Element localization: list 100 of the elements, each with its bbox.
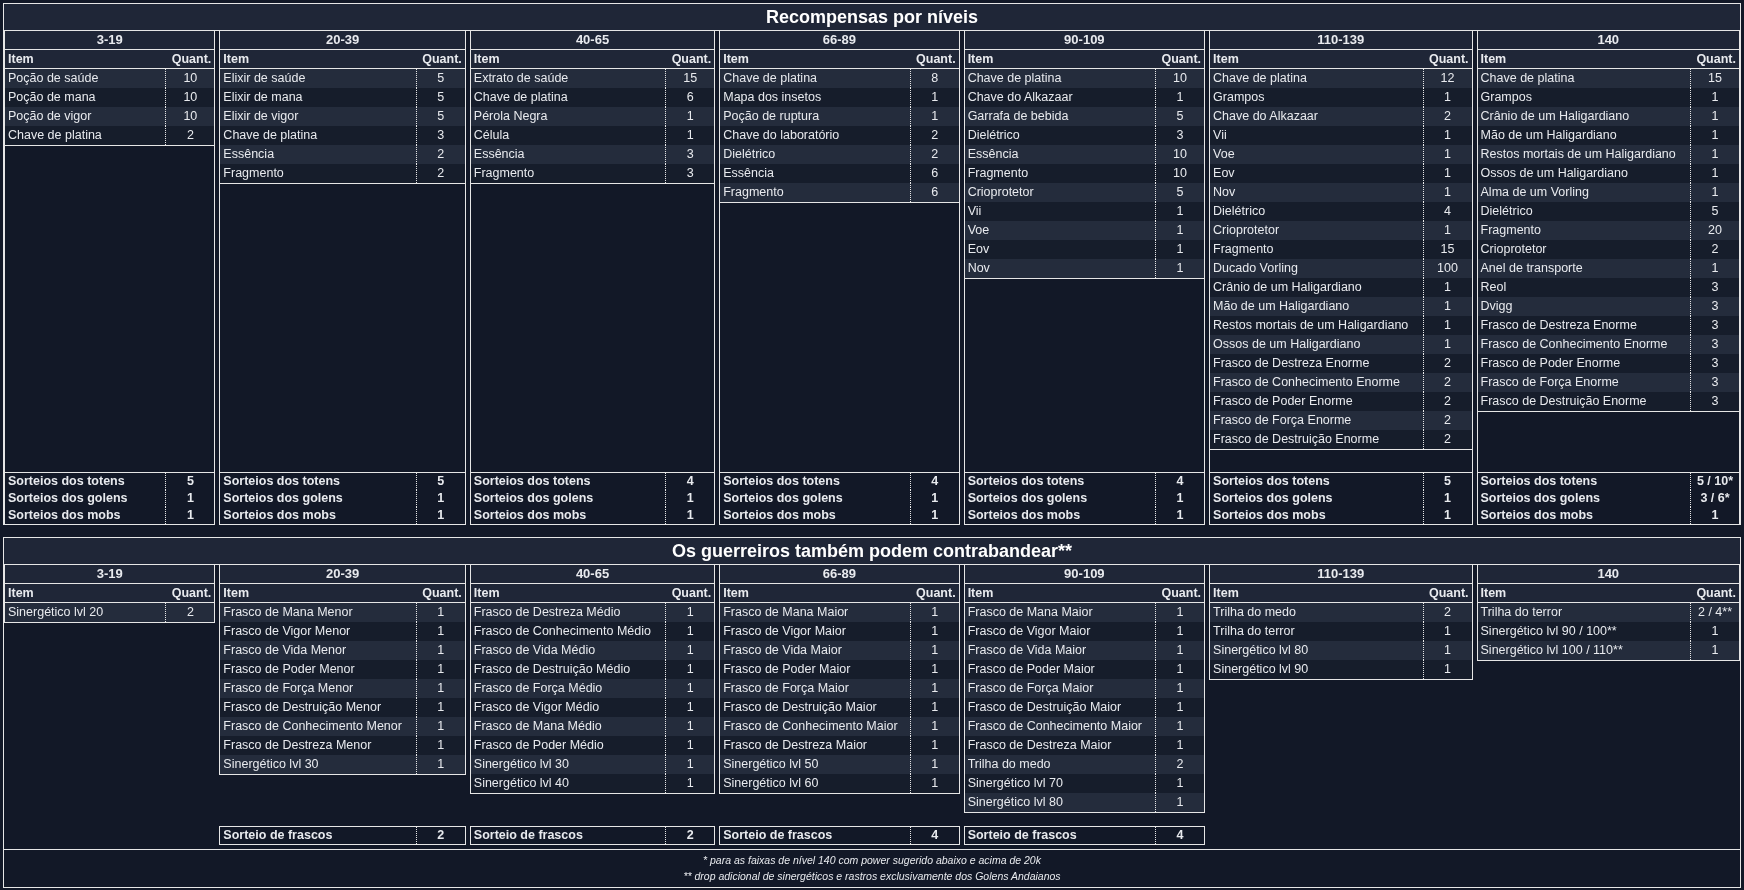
item-cell: Eov: [1210, 164, 1424, 183]
summary-value: 5: [436, 473, 446, 490]
column-header: Item: [5, 50, 167, 68]
quantity-cell: 1: [1423, 88, 1472, 107]
quantity-cell: 1: [1691, 145, 1739, 164]
item-cell: Chave do Alkazaar: [1210, 107, 1424, 126]
quantity-cell: 10: [1156, 69, 1205, 88]
quantity-cell: 15: [1423, 240, 1472, 259]
quantity-cell: 6: [910, 183, 959, 202]
item-cell: Dvigg: [1477, 297, 1691, 316]
level-range-header: 140: [1477, 31, 1739, 50]
quantity-cell: 1: [1156, 793, 1205, 812]
item-cell: Elixir de mana: [220, 88, 417, 107]
item-cell: Poção de saúde: [5, 69, 167, 88]
column-header: Item: [964, 50, 1157, 68]
footnote: ** drop adicional de sinergéticos e rastros exclusivamente dos Golens Andaianos: [683, 869, 1061, 884]
item-cell: Sinergético lvl 40: [470, 774, 667, 793]
quantity-cell: 10: [166, 107, 215, 126]
quantity-cell: 1: [910, 641, 959, 660]
quantity-cell: 1: [910, 736, 959, 755]
summary-value: 5 / 10*: [1695, 473, 1735, 490]
item-cell: Fragmento: [964, 164, 1157, 183]
quantity-cell: 1: [666, 660, 715, 679]
quantity-cell: 1: [666, 755, 715, 774]
quantity-cell: 3: [1691, 392, 1739, 411]
item-cell: Elixir de saúde: [220, 69, 417, 88]
quantity-cell: 1: [1156, 660, 1205, 679]
item-cell: Reol: [1477, 278, 1691, 297]
column-header: Quant.: [1691, 50, 1739, 68]
quantity-cell: 1: [666, 774, 715, 793]
quantity-cell: 2: [1156, 755, 1205, 774]
summary-label: Sorteios dos mobs: [470, 507, 667, 524]
quantity-cell: 3: [1691, 297, 1739, 316]
quantity-cell: 2: [1423, 107, 1472, 126]
item-cell: Fragmento: [220, 164, 417, 183]
item-cell: Sinergético lvl 80: [964, 793, 1157, 812]
quantity-cell: 10: [166, 69, 215, 88]
item-cell: Elixir de vigor: [220, 107, 417, 126]
level-range-header: 40-65: [470, 565, 715, 584]
quantity-cell: 100: [1423, 259, 1472, 278]
quantity-cell: 3: [666, 164, 715, 183]
summary-label: Sorteios dos totens: [1210, 473, 1424, 490]
quantity-cell: 1: [1423, 297, 1472, 316]
summary-label: Sorteios dos mobs: [1477, 507, 1691, 524]
quantity-cell: 1: [416, 755, 465, 774]
item-cell: Chave de platina: [5, 126, 167, 145]
summary-label: Sorteios dos totens: [720, 473, 911, 490]
item-cell: Frasco de Destreza Médio: [470, 603, 667, 622]
item-cell: Frasco de Vigor Menor: [220, 622, 417, 641]
quantity-cell: 1: [910, 660, 959, 679]
item-cell: Grampos: [1477, 88, 1691, 107]
quantity-cell: 1: [910, 774, 959, 793]
item-cell: Dielétrico: [720, 145, 911, 164]
item-cell: Nov: [1210, 183, 1424, 202]
quantity-cell: 1: [416, 736, 465, 755]
item-cell: Restos mortais de um Haligardiano: [1477, 145, 1691, 164]
item-cell: Poção de mana: [5, 88, 167, 107]
quantity-cell: 1: [666, 126, 715, 145]
column-header: Item: [964, 584, 1157, 602]
quantity-cell: 1: [910, 88, 959, 107]
level-range-header: 140: [1477, 565, 1739, 584]
item-cell: Vii: [964, 202, 1157, 221]
quantity-cell: 1: [1423, 221, 1472, 240]
column-header: Quant.: [666, 50, 715, 68]
quantity-cell: 6: [666, 88, 715, 107]
quantity-cell: 5: [416, 69, 465, 88]
quantity-cell: 3: [1156, 126, 1205, 145]
quantity-cell: 1: [1156, 88, 1205, 107]
quantity-cell: 5: [416, 107, 465, 126]
item-cell: Sinergético lvl 90: [1210, 660, 1424, 679]
item-cell: Restos mortais de um Haligardiano: [1210, 316, 1424, 335]
summary-label: Sorteios dos golens: [5, 490, 167, 507]
item-cell: Trilha do terror: [1210, 622, 1424, 641]
item-cell: Frasco de Destreza Maior: [964, 736, 1157, 755]
quantity-cell: 2: [1423, 373, 1472, 392]
summary-value: 1: [436, 490, 446, 507]
quantity-cell: 2: [166, 603, 215, 622]
quantity-cell: 1: [1156, 259, 1205, 278]
quantity-cell: 1: [910, 107, 959, 126]
summary-value: 4: [1175, 827, 1185, 844]
summary-label: Sorteio de frascos: [470, 827, 667, 844]
item-cell: Frasco de Vida Médio: [470, 641, 667, 660]
item-cell: Frasco de Destruição Enorme: [1477, 392, 1691, 411]
level-range-header: 40-65: [470, 31, 715, 50]
item-cell: Poção de vigor: [5, 107, 167, 126]
column-header: Item: [470, 50, 667, 68]
quantity-cell: 3: [1691, 335, 1739, 354]
item-cell: Mão de um Haligardiano: [1477, 126, 1691, 145]
quantity-cell: 2: [1423, 603, 1472, 622]
quantity-cell: 1: [416, 622, 465, 641]
summary-value: 2: [685, 827, 695, 844]
quantity-cell: 5: [1691, 202, 1739, 221]
column-header: Quant.: [1423, 584, 1472, 602]
quantity-cell: 1: [1423, 145, 1472, 164]
summary-label: Sorteios dos golens: [1477, 490, 1691, 507]
item-cell: Frasco de Poder Maior: [964, 660, 1157, 679]
summary-label: Sorteio de frascos: [220, 827, 417, 844]
quantity-cell: 4: [1423, 202, 1472, 221]
quantity-cell: 2: [1423, 392, 1472, 411]
quantity-cell: 1: [910, 679, 959, 698]
